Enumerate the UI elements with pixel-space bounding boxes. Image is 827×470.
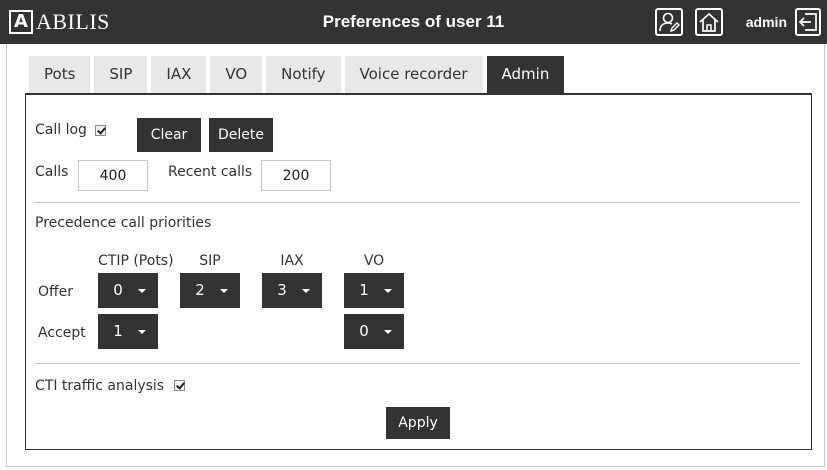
tab-notify[interactable]: Notify [266,56,341,93]
clear-button[interactable]: Clear [137,118,201,152]
tab-pots[interactable]: Pots [29,56,91,93]
tab-sip[interactable]: SIP [94,56,148,93]
accept-ctip-select[interactable]: 1 [98,314,158,349]
tab-voice-recorder[interactable]: Voice recorder [344,56,483,93]
divider [35,202,800,203]
tab-iax[interactable]: IAX [151,56,207,93]
offer-ctip-value: 0 [113,281,123,299]
call-log-label: Call log [35,122,87,138]
accept-label: Accept [38,325,86,341]
accept-vo-value: 0 [359,322,369,340]
accept-ctip-value: 1 [113,322,123,340]
chevron-down-icon [138,289,146,293]
offer-sip-value: 2 [195,281,205,299]
offer-sip-select[interactable]: 2 [180,273,240,308]
chevron-down-icon [384,289,392,293]
user-name: admin [745,14,787,30]
chevron-down-icon [220,289,228,293]
tab-vo[interactable]: VO [210,56,263,93]
calls-label: Calls [35,164,69,180]
offer-ctip-select[interactable]: 0 [98,273,158,308]
user-edit-icon[interactable] [655,8,683,36]
tab-admin[interactable]: Admin [486,56,565,93]
offer-vo-value: 1 [359,281,369,299]
call-log-checkbox[interactable] [95,125,106,136]
recent-calls-input[interactable]: 200 [261,160,331,191]
apply-button[interactable]: Apply [386,407,450,439]
divider [35,363,800,364]
top-bar: A ABILIS Preferences of user 11 admin [0,0,827,44]
home-icon[interactable] [695,8,723,36]
offer-iax-value: 3 [277,281,287,299]
column-ctip: CTIP (Pots) [98,253,174,269]
tab-bar: Pots SIP IAX VO Notify Voice recorder Ad… [29,56,568,93]
recent-calls-label: Recent calls [168,164,253,180]
column-vo: VO [363,253,385,269]
chevron-down-icon [138,330,146,334]
accept-vo-select[interactable]: 0 [344,314,404,349]
calls-input[interactable]: 400 [78,160,148,191]
logout-icon[interactable] [795,8,821,36]
column-sip: SIP [199,253,221,269]
cti-traffic-checkbox[interactable] [174,380,185,391]
precedence-title: Precedence call priorities [35,215,212,231]
cti-traffic-label: CTI traffic analysis [35,378,165,394]
chevron-down-icon [302,289,310,293]
offer-vo-select[interactable]: 1 [344,273,404,308]
column-iax: IAX [280,253,304,269]
offer-label: Offer [38,284,74,300]
offer-iax-select[interactable]: 3 [262,273,322,308]
chevron-down-icon [384,330,392,334]
delete-button[interactable]: Delete [209,118,273,152]
